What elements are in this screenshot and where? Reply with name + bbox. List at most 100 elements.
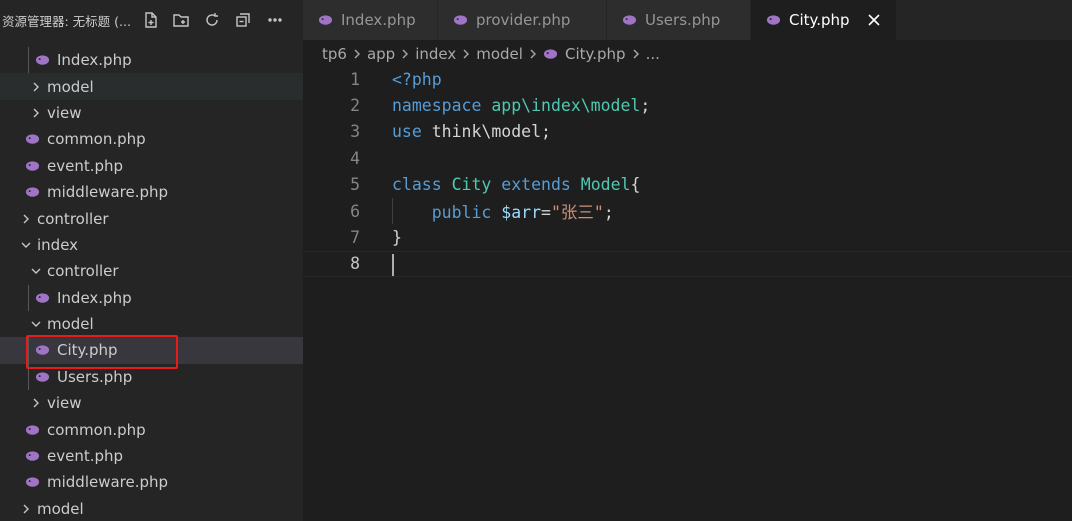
code-token: namespace [392,96,492,116]
tree-item-folder[interactable]: view [0,390,303,416]
code-text: use think\model; [392,122,551,141]
tree-item-label: event.php [47,156,124,175]
code-line[interactable]: 8 [303,250,1072,278]
code-token: } [392,228,402,248]
code-line[interactable]: 7} [303,224,1072,250]
line-number: 3 [350,122,360,142]
tree-item-file[interactable]: Index.php [0,47,303,74]
code-line[interactable]: 2 namespace app\index\model; [303,92,1072,118]
tree-item-file[interactable]: middleware.php [0,179,303,205]
breadcrumb-item[interactable]: index [415,45,456,63]
tree-item-label: Users.php [57,367,133,386]
tree-item-folder[interactable]: controller [0,258,303,284]
tree-item-label: middleware.php [47,473,169,492]
line-number: 6 [350,201,360,221]
php-file-icon [765,13,781,27]
php-file-icon [452,13,468,27]
chevron-right-icon [352,49,362,59]
tab-label: Index.php [341,11,416,29]
line-number: 8 [350,254,360,274]
breadcrumb-item[interactable]: app [367,45,395,63]
tree-item-file[interactable]: Users.php [0,363,303,391]
chevron-down-icon [28,316,44,332]
line-number: 5 [350,175,360,195]
text-cursor [392,253,394,276]
tree-item-file[interactable]: Index.php [0,284,303,311]
tree-item-folder[interactable]: model [0,311,303,337]
more-icon[interactable] [264,9,286,31]
close-icon[interactable] [866,12,882,28]
tree-item-folder[interactable]: view [0,100,303,126]
breadcrumb-item[interactable]: tp6 [322,45,347,63]
tree-item-label: model [47,315,94,334]
code-line[interactable]: 4 [303,145,1072,171]
tab-users-php[interactable]: Users.php [607,0,751,40]
chevron-right-icon [18,211,34,227]
code-token: extends [501,175,581,195]
breadcrumb-ellipsis[interactable]: ... [646,45,660,63]
code-text: public $arr="张三"; [392,199,614,223]
chevron-right-icon [18,501,34,517]
new-folder-icon[interactable] [170,9,192,31]
tree-item-label: common.php [47,130,146,149]
tab-city-php[interactable]: City.php [751,0,897,40]
tree-item-label: event.php [47,447,124,466]
chevron-right-icon [28,395,44,411]
tree-item-file-selected[interactable]: City.php [0,337,303,364]
chevron-right-icon [400,49,410,59]
code-line[interactable]: 1 <?php [303,66,1072,92]
tree-item-label: City.php [57,341,118,360]
breadcrumb-item[interactable]: City.php [565,45,626,63]
tab-index-php[interactable]: Index.php [303,0,438,40]
tree-item-file[interactable]: event.php [0,153,303,179]
tab-provider-php[interactable]: provider.php [438,0,607,40]
tree-item-label: model [47,77,94,96]
chevron-down-icon [18,237,34,253]
new-file-icon[interactable] [140,9,162,31]
code-text: class City extends Model{ [392,175,640,194]
tree-item-label: controller [37,209,109,228]
php-file-icon [24,132,40,146]
explorer-header: 资源管理器: 无标题 (... [0,0,303,40]
collapse-all-icon[interactable] [232,9,254,31]
code-line[interactable]: 6 public $arr="张三"; [303,197,1072,225]
php-file-icon [621,13,637,27]
line-number: 7 [350,228,360,248]
explorer-sidebar: 资源管理器: 无标题 (... Index.php model view com… [0,0,303,521]
php-file-icon [24,423,40,437]
code-text: <?php [392,70,442,89]
code-line[interactable]: 5 class City extends Model{ [303,172,1072,198]
refresh-icon[interactable] [201,9,223,31]
breadcrumb-item[interactable]: model [476,45,523,63]
editor-tabs: Index.php provider.php Users.php City.ph… [303,0,1072,40]
tab-label: Users.php [645,11,721,29]
code-token: City [451,175,502,195]
code-text: namespace app\index\model; [392,96,650,115]
tree-item-file[interactable]: event.php [0,443,303,469]
code-token: = [541,203,551,223]
tree-item-label: middleware.php [47,183,169,202]
tree-item-folder[interactable]: index [0,232,303,258]
chevron-right-icon [28,105,44,121]
tree-item-label: view [47,103,82,122]
code-token: think\model; [431,122,551,142]
chevron-down-icon [28,263,44,279]
explorer-title: 资源管理器: 无标题 (... [2,14,131,29]
tree-item-file[interactable]: common.php [0,126,303,152]
tree-item-folder[interactable]: model [0,496,303,521]
tree-item-folder[interactable]: model [0,73,303,100]
tree-item-label: Index.php [57,51,132,70]
code-line[interactable]: 3 use think\model; [303,119,1072,145]
code-editor[interactable]: 1 <?php 2 namespace app\index\model; 3 use th… [303,66,1072,521]
php-file-icon [34,370,50,384]
code-token: public [431,203,502,223]
code-token: "张三" [550,203,604,223]
line-number: 2 [350,96,360,116]
php-file-icon [24,449,40,463]
line-number: 1 [350,69,360,89]
tree-item-file[interactable]: common.php [0,416,303,442]
tree-item-file[interactable]: middleware.php [0,469,303,495]
tree-item-folder[interactable]: controller [0,205,303,231]
chevron-right-icon [631,49,641,59]
